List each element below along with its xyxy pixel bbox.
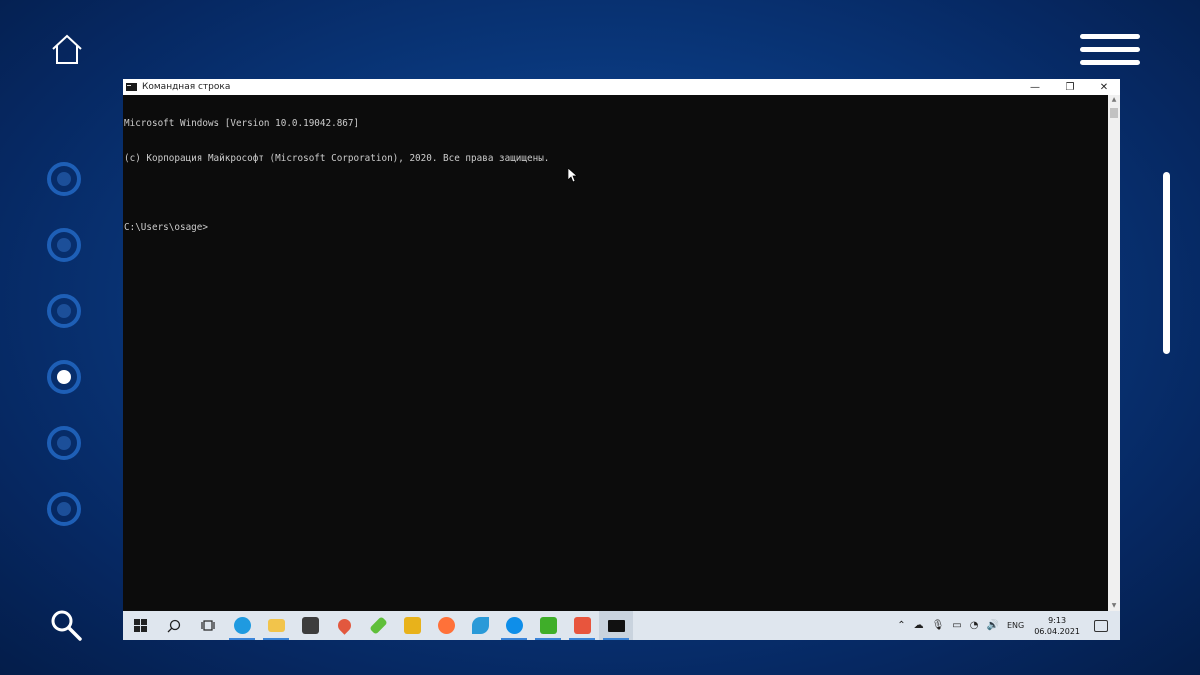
home-icon[interactable] — [50, 32, 84, 66]
language-indicator[interactable]: ENG — [1007, 621, 1024, 630]
console-prompt: C:\Users\osage> — [124, 221, 208, 233]
scroll-thumb[interactable] — [1110, 108, 1118, 118]
cloud-icon[interactable]: ☁ — [914, 620, 924, 631]
console-output[interactable]: Microsoft Windows [Version 10.0.19042.86… — [123, 95, 1109, 611]
hamburger-menu-icon[interactable] — [1080, 34, 1140, 68]
taskbar-search-button[interactable] — [157, 611, 191, 640]
battery-icon[interactable]: ▭ — [952, 620, 961, 631]
among-us-icon — [403, 617, 421, 634]
taskbar-app-store[interactable] — [293, 611, 327, 640]
task-view-button[interactable] — [191, 611, 225, 640]
search-icon[interactable] — [49, 608, 83, 642]
cmd-icon — [607, 619, 625, 632]
clock-date: 06.04.2021 — [1034, 626, 1080, 636]
speaker-icon[interactable]: 🔊 — [986, 620, 998, 631]
slide-dot-3[interactable] — [47, 294, 81, 328]
page-scrollbar[interactable] — [1163, 172, 1170, 354]
taskbar-app-cmd[interactable] — [599, 611, 633, 640]
folder-icon — [267, 619, 285, 632]
window-title: Командная строка — [142, 82, 231, 92]
slide-dot-5[interactable] — [47, 426, 81, 460]
c-red-icon — [573, 617, 591, 634]
plumbob-icon — [368, 616, 388, 635]
console-scrollbar[interactable]: ▲ ▼ — [1108, 95, 1120, 611]
cmd-icon — [126, 83, 137, 91]
taskbar-app-among-us[interactable] — [395, 611, 429, 640]
teamviewer-icon — [505, 617, 523, 634]
store-icon — [301, 617, 319, 634]
clock-time: 9:13 — [1048, 615, 1067, 625]
windows-logo-icon — [133, 619, 147, 632]
c-green-icon — [539, 617, 557, 634]
taskbar-app-firefox[interactable] — [429, 611, 463, 640]
console-line: Microsoft Windows [Version 10.0.19042.86… — [124, 118, 360, 129]
start-button[interactable] — [123, 611, 157, 640]
close-button[interactable]: ✕ — [1087, 79, 1121, 95]
slide-dot-6[interactable] — [47, 492, 81, 526]
wifi-icon[interactable]: ◔ — [970, 620, 979, 631]
minimize-button[interactable]: — — [1018, 79, 1052, 95]
mouse-pointer-icon — [568, 168, 578, 183]
cmd-window: Командная строка — ❐ ✕ Microsoft Windows… — [123, 79, 1120, 640]
task-view-icon — [200, 620, 215, 631]
taskbar-app-edge[interactable] — [225, 611, 259, 640]
microphone-icon[interactable]: 🎙 — [932, 620, 945, 631]
map-pin-icon — [334, 616, 354, 635]
taskbar-app-maps[interactable] — [327, 611, 361, 640]
taskbar-app-file-explorer[interactable] — [259, 611, 293, 640]
scroll-down-arrow-icon[interactable]: ▼ — [1108, 601, 1120, 611]
title-bar[interactable]: Командная строка — ❐ ✕ — [123, 79, 1120, 95]
scroll-up-arrow-icon[interactable]: ▲ — [1108, 95, 1120, 105]
maximize-button[interactable]: ❐ — [1053, 79, 1087, 95]
system-tray: ⌃ ☁ 🎙 ▭ ◔ 🔊 ENG 9:13 06.04.2021 — [893, 611, 1120, 640]
wave-icon — [471, 617, 489, 634]
taskbar-app-wave[interactable] — [463, 611, 497, 640]
slide-dot-4[interactable] — [47, 360, 81, 394]
firefox-icon — [437, 617, 455, 634]
search-icon — [167, 619, 181, 632]
taskbar-app-ccleaner-green[interactable] — [531, 611, 565, 640]
taskbar: ⌃ ☁ 🎙 ▭ ◔ 🔊 ENG 9:13 06.04.2021 — [123, 611, 1120, 640]
edge-icon — [233, 617, 251, 634]
clock[interactable]: 9:13 06.04.2021 — [1034, 615, 1080, 637]
slide-dot-2[interactable] — [47, 228, 81, 262]
slide-navigation — [47, 162, 81, 558]
console-line: (c) Корпорация Майкрософт (Microsoft Cor… — [124, 152, 550, 164]
taskbar-app-ccleaner-red[interactable] — [565, 611, 599, 640]
chevron-up-icon[interactable]: ⌃ — [897, 620, 905, 631]
slide-dot-1[interactable] — [47, 162, 81, 196]
notifications-icon[interactable] — [1094, 619, 1108, 632]
taskbar-app-teamviewer[interactable] — [497, 611, 531, 640]
taskbar-app-sims[interactable] — [361, 611, 395, 640]
